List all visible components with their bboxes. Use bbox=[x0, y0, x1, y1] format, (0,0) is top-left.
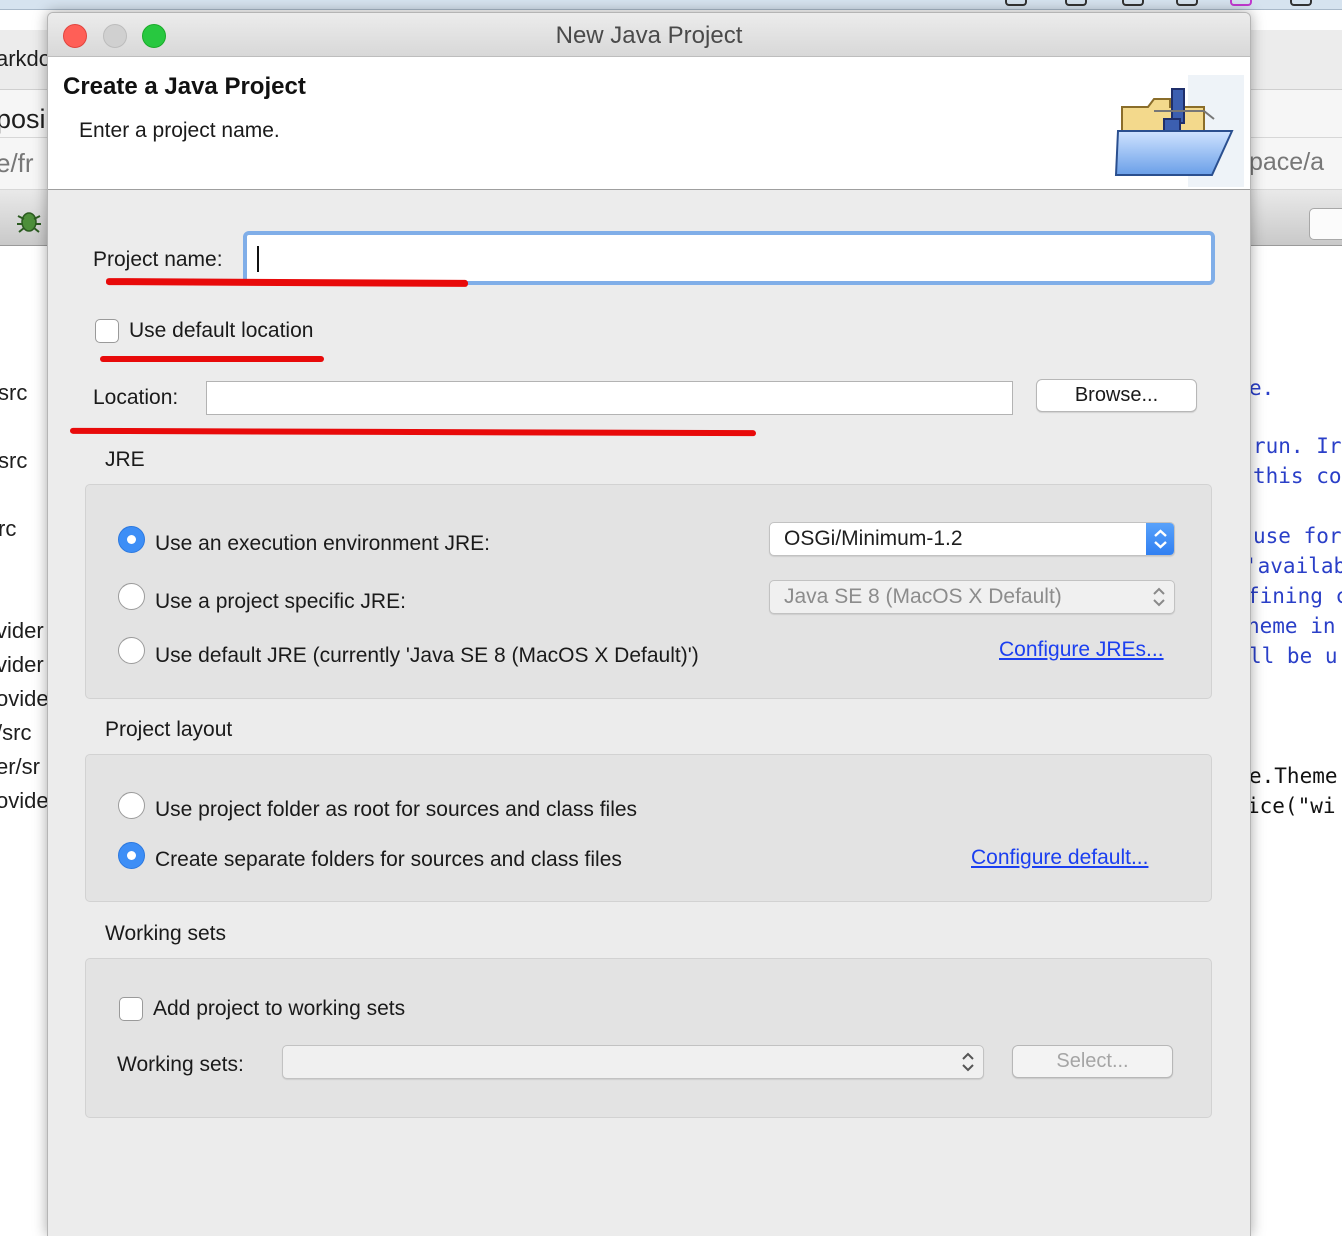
dialog-titlebar[interactable]: New Java Project bbox=[48, 13, 1250, 57]
tray-icon bbox=[1005, 0, 1027, 6]
tray-icon bbox=[1065, 0, 1087, 6]
tray-icon bbox=[1230, 0, 1252, 6]
menu-bar bbox=[0, 0, 1342, 10]
project-specific-jre-radio[interactable] bbox=[118, 583, 145, 610]
select-working-sets-button[interactable]: Select... bbox=[1012, 1045, 1173, 1078]
background-tab-bar bbox=[1251, 90, 1342, 138]
execution-env-select-value: OSGi/Minimum-1.2 bbox=[784, 527, 963, 550]
background-text: e/fr bbox=[0, 148, 34, 178]
dialog-title: New Java Project bbox=[555, 22, 743, 49]
working-sets-label: Working sets: bbox=[117, 1053, 244, 1076]
add-to-working-sets-checkbox[interactable] bbox=[119, 997, 143, 1021]
background-tab-bar bbox=[1251, 30, 1342, 90]
location-input[interactable] bbox=[206, 381, 1013, 415]
project-layout-group: Use project folder as root for sources a… bbox=[85, 754, 1212, 902]
jre-group-title: JRE bbox=[105, 448, 145, 471]
annotation-underline bbox=[105, 278, 469, 287]
background-text: src bbox=[0, 448, 28, 473]
execution-env-select[interactable]: OSGi/Minimum-1.2 bbox=[769, 522, 1175, 556]
background-code-line: e. bbox=[1251, 376, 1275, 400]
add-to-working-sets-label[interactable]: Add project to working sets bbox=[153, 997, 405, 1021]
project-root-layout-radio[interactable] bbox=[118, 792, 145, 819]
execution-env-jre-label[interactable]: Use an execution environment JRE: bbox=[155, 532, 490, 556]
debug-bug-icon bbox=[17, 212, 41, 233]
tray-icon bbox=[1122, 0, 1144, 6]
project-root-layout-label[interactable]: Use project folder as root for sources a… bbox=[155, 798, 637, 822]
background-text: posi bbox=[0, 104, 46, 134]
project-name-label: Project name: bbox=[93, 248, 223, 271]
background-code-line: this co bbox=[1253, 464, 1342, 488]
background-text: vider bbox=[0, 618, 44, 643]
project-specific-jre-select[interactable]: Java SE 8 (MacOS X Default) bbox=[769, 580, 1175, 614]
background-code-line: e.Theme bbox=[1251, 764, 1338, 788]
annotation-underline bbox=[69, 427, 757, 437]
tray-icon bbox=[1290, 0, 1312, 6]
project-specific-jre-label[interactable]: Use a project specific JRE: bbox=[155, 590, 406, 614]
project-specific-jre-value: Java SE 8 (MacOS X Default) bbox=[784, 585, 1062, 608]
separate-folders-layout-label[interactable]: Create separate folders for sources and … bbox=[155, 848, 622, 872]
tray-icon bbox=[1176, 0, 1198, 6]
background-code-line: fining c bbox=[1251, 584, 1342, 608]
wizard-heading: Create a Java Project bbox=[63, 73, 306, 100]
working-sets-select[interactable] bbox=[282, 1045, 984, 1079]
background-text: ovide bbox=[0, 686, 47, 711]
background-text: vider bbox=[0, 652, 44, 677]
working-sets-group: Add project to working sets Working sets… bbox=[85, 958, 1212, 1118]
project-layout-group-title: Project layout bbox=[105, 718, 233, 741]
jre-group: Use an execution environment JRE: OSGi/M… bbox=[85, 484, 1212, 699]
background-code-line: run. Ir bbox=[1253, 434, 1342, 458]
configure-default-link[interactable]: Configure default... bbox=[971, 846, 1148, 870]
background-text: ovide bbox=[0, 788, 47, 813]
select-chevron-icon bbox=[1146, 523, 1174, 555]
background-text: er/sr bbox=[0, 754, 40, 779]
background-code-line: use for bbox=[1253, 524, 1342, 548]
background-text: rc bbox=[0, 516, 17, 541]
separate-folders-layout-radio[interactable] bbox=[118, 842, 145, 869]
wizard-banner: Create a Java Project Enter a project na… bbox=[48, 57, 1250, 190]
use-default-location-label[interactable]: Use default location bbox=[129, 319, 313, 343]
background-right-strip: pace/a e. run. Ir this co use for 'avail… bbox=[1251, 10, 1342, 1236]
background-code-line: ll be u bbox=[1251, 644, 1338, 668]
select-chevron-icon bbox=[962, 1052, 974, 1072]
new-java-project-dialog: New Java Project Create a Java Project E… bbox=[47, 12, 1251, 1236]
default-jre-radio[interactable] bbox=[118, 637, 145, 664]
background-code-line: ice("wi bbox=[1251, 794, 1336, 818]
background-code-line: 'availab bbox=[1251, 554, 1342, 578]
use-default-location-checkbox[interactable] bbox=[95, 319, 119, 343]
wizard-content: Project name: Use default location Locat… bbox=[48, 191, 1250, 1236]
wizard-subheading: Enter a project name. bbox=[79, 119, 280, 142]
background-toolbar-button[interactable] bbox=[1309, 208, 1342, 240]
configure-jres-link[interactable]: Configure JREs... bbox=[999, 638, 1164, 662]
browse-button[interactable]: Browse... bbox=[1036, 379, 1197, 412]
background-text: pace/a bbox=[1251, 148, 1325, 176]
location-label: Location: bbox=[93, 386, 179, 409]
working-sets-group-title: Working sets bbox=[105, 922, 226, 945]
background-text: /src bbox=[0, 720, 32, 745]
text-caret bbox=[257, 246, 259, 272]
select-chevron-icon bbox=[1153, 587, 1165, 607]
background-code-line: heme in bbox=[1251, 614, 1336, 638]
execution-env-jre-radio[interactable] bbox=[118, 526, 145, 553]
annotation-underline bbox=[100, 356, 324, 362]
background-left-strip: arkdo posi e/fr src src rc vider vider o… bbox=[0, 10, 47, 1236]
background-text: arkdo bbox=[0, 46, 47, 71]
default-jre-label[interactable]: Use default JRE (currently 'Java SE 8 (M… bbox=[155, 644, 699, 668]
project-name-input[interactable] bbox=[243, 231, 1215, 285]
background-text: src bbox=[0, 380, 28, 405]
java-project-folder-icon bbox=[1114, 75, 1244, 187]
